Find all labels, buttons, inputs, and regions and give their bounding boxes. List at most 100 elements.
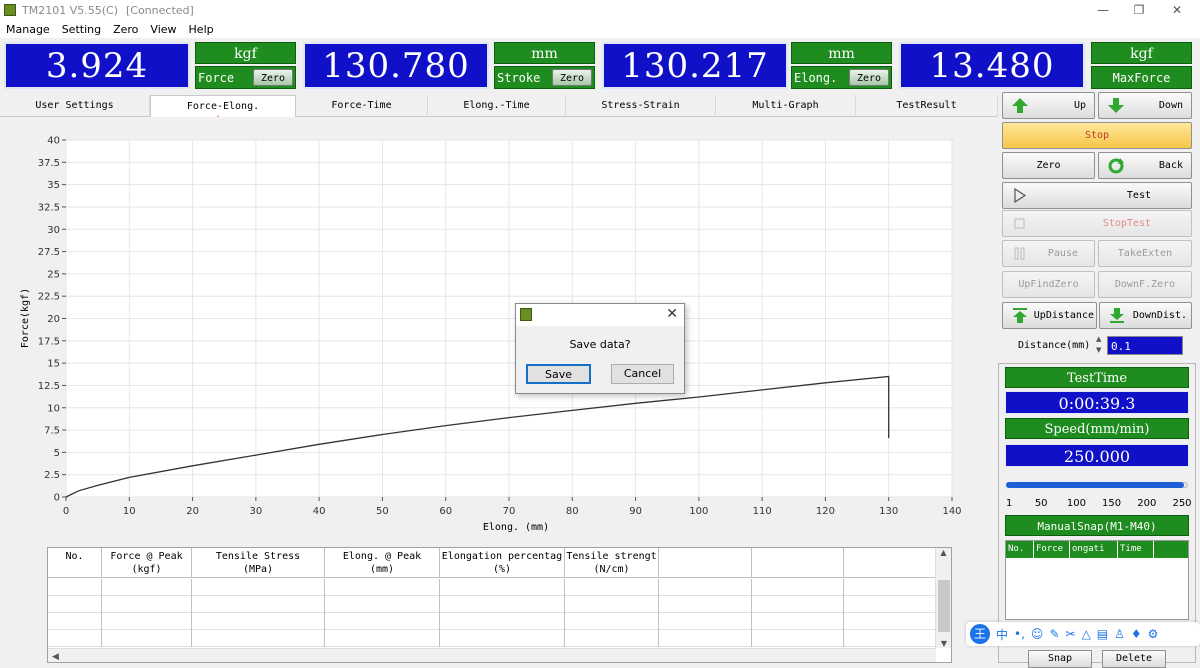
menu-manage[interactable]: Manage: [0, 23, 56, 36]
pause-icon: [1014, 247, 1025, 260]
x-tick-label: 90: [629, 506, 642, 517]
down-button[interactable]: Down: [1098, 92, 1192, 119]
skin-icon[interactable]: ♦: [1131, 627, 1142, 641]
y-tick-label: 7.5: [44, 426, 60, 437]
delete-button[interactable]: Delete: [1102, 650, 1166, 668]
play-icon: [1014, 187, 1027, 204]
results-horizontal-scrollbar[interactable]: ◀: [48, 648, 936, 662]
tab-test-result[interactable]: TestResult: [856, 95, 998, 117]
table-cell: [844, 613, 936, 630]
slider-tick-label: 100: [1066, 498, 1086, 509]
zero-button[interactable]: Zero: [1002, 152, 1095, 179]
distance-input[interactable]: 0.1: [1107, 336, 1183, 355]
y-tick-label: 12.5: [38, 381, 60, 392]
maxforce-unit-box: kgf MaxForce: [1091, 42, 1192, 89]
y-tick-label: 20: [47, 314, 60, 325]
updistance-button[interactable]: UpDistance: [1002, 302, 1097, 329]
dialog-close-icon[interactable]: ✕: [666, 306, 678, 322]
force-unit-box: kgf Force Zero: [195, 42, 296, 89]
settings-icon[interactable]: ⚙: [1148, 627, 1159, 641]
tab-multi-graph[interactable]: Multi-Graph: [716, 95, 856, 117]
table-row[interactable]: [48, 613, 936, 630]
takeexten-button[interactable]: TakeExten: [1098, 240, 1192, 267]
table-cell: [659, 579, 752, 596]
results-vertical-scrollbar[interactable]: ▲ ▼: [935, 548, 951, 648]
col-elongation-pct: Elongation percentag (%): [440, 548, 565, 577]
x-tick-label: 120: [816, 506, 835, 517]
upfindzero-button[interactable]: UpFindZero: [1002, 271, 1095, 298]
stop-button[interactable]: Stop: [1002, 122, 1192, 149]
table-row[interactable]: [48, 596, 936, 613]
menu-view[interactable]: View: [144, 23, 182, 36]
app-icon: [4, 4, 16, 16]
elong-zero-button[interactable]: Zero: [849, 69, 889, 86]
table-cell: [192, 579, 325, 596]
ime-logo-icon[interactable]: 王: [970, 624, 990, 644]
pen-icon[interactable]: ✎: [1049, 627, 1059, 641]
stoptest-button[interactable]: StopTest: [1002, 210, 1192, 237]
x-tick-label: 130: [879, 506, 898, 517]
x-tick-label: 20: [186, 506, 199, 517]
table-cell: [102, 613, 192, 630]
maximize-button[interactable]: ❐: [1122, 0, 1156, 20]
table-cell: [48, 596, 102, 613]
tab-force-time[interactable]: Force-Time: [296, 95, 428, 117]
ime-language[interactable]: 中: [996, 626, 1008, 643]
force-unit: kgf: [195, 42, 296, 64]
menu-setting[interactable]: Setting: [56, 23, 107, 36]
stroke-zero-button[interactable]: Zero: [552, 69, 592, 86]
snap-header: No. Force ongati Time: [1006, 541, 1188, 558]
scroll-left-icon[interactable]: ◀: [52, 652, 59, 662]
table-cell: [844, 579, 936, 596]
table-cell: [440, 630, 565, 647]
y-tick-label: 15: [47, 359, 60, 370]
user-icon[interactable]: ♙: [1114, 627, 1125, 641]
cancel-button[interactable]: Cancel: [611, 364, 674, 384]
cloud-icon[interactable]: △: [1082, 627, 1091, 641]
slider-tick-label: 50: [1034, 498, 1048, 509]
snap-button[interactable]: Snap: [1028, 650, 1092, 668]
pause-button[interactable]: Pause: [1002, 240, 1095, 267]
force-zero-button[interactable]: Zero: [253, 69, 293, 86]
minimize-button[interactable]: —: [1086, 0, 1120, 20]
emoji-icon[interactable]: ☺: [1031, 627, 1044, 641]
connection-status: [Connected]: [125, 3, 194, 17]
table-row[interactable]: [48, 630, 936, 647]
scroll-up-icon[interactable]: ▲: [936, 548, 951, 557]
close-button[interactable]: ✕: [1160, 0, 1194, 20]
x-tick-label: 30: [249, 506, 262, 517]
testtime-label: TestTime: [1005, 367, 1189, 388]
scroll-down-icon[interactable]: ▼: [936, 639, 952, 648]
scissors-icon[interactable]: ✂: [1066, 627, 1076, 641]
table-cell: [102, 596, 192, 613]
save-data-dialog: ✕ Save data? Save Cancel: [515, 303, 685, 394]
table-row[interactable]: [48, 579, 936, 596]
scroll-thumb[interactable]: [938, 580, 950, 632]
keyboard-icon[interactable]: ▤: [1097, 627, 1108, 641]
manualsnap-label: ManualSnap(M1-M40): [1005, 515, 1189, 536]
up-button[interactable]: Up: [1002, 92, 1095, 119]
punctuation-icon[interactable]: •,: [1014, 627, 1025, 641]
y-tick-label: 5: [54, 448, 60, 459]
tab-user-settings[interactable]: User Settings: [0, 95, 150, 117]
col-no: No.: [48, 548, 102, 577]
table-cell: [565, 613, 659, 630]
x-tick-label: 100: [689, 506, 708, 517]
menu-help[interactable]: Help: [183, 23, 220, 36]
stroke-readout: 130.780: [303, 42, 489, 89]
speed-slider[interactable]: 1 50 100 150 200 250: [1006, 478, 1192, 509]
test-button[interactable]: Test: [1002, 182, 1192, 209]
tab-stress-strain[interactable]: Stress-Strain: [566, 95, 716, 117]
back-button[interactable]: Back: [1098, 152, 1192, 179]
downfzero-button[interactable]: DownF.Zero: [1098, 271, 1192, 298]
y-axis-label: Force(kgf): [20, 288, 31, 348]
save-button[interactable]: Save: [526, 364, 591, 384]
downdist-button[interactable]: DownDist.: [1099, 302, 1192, 329]
table-cell: [192, 613, 325, 630]
distance-spinner[interactable]: ▲ ▼: [1096, 334, 1106, 358]
tab-elong-time[interactable]: Elong.-Time: [428, 95, 566, 117]
x-axis-label: Elong. (mm): [483, 522, 549, 533]
table-cell: [844, 630, 936, 647]
menu-zero[interactable]: Zero: [107, 23, 144, 36]
testtime-value: 0:00:39.3: [1005, 391, 1189, 414]
